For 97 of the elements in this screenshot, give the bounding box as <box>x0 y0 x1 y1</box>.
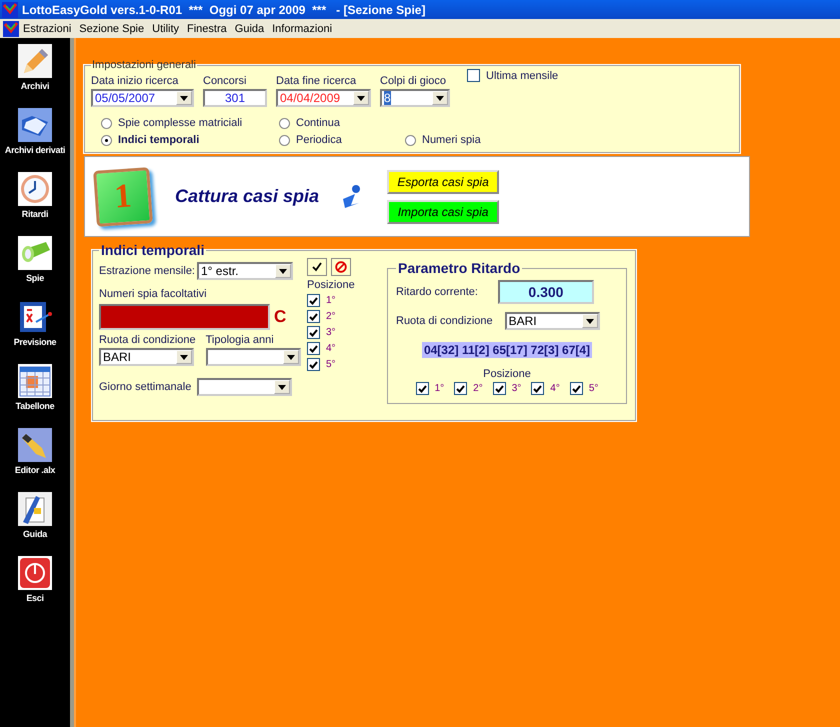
prohibited-icon <box>335 261 347 273</box>
menu-item[interactable]: Guida <box>230 22 268 34</box>
sidebar-button[interactable]: Tabellone <box>0 364 70 428</box>
position-label: 5° <box>326 359 336 370</box>
sidebar-button[interactable]: Spie <box>0 236 70 300</box>
field-label: Colpi di gioco <box>380 75 448 87</box>
dropdown[interactable]: 05/05/2007 <box>91 89 194 107</box>
field-label: Ruota di condizione <box>396 315 493 327</box>
sidebar-button[interactable]: Guida <box>0 492 70 556</box>
dropdown-arrow-icon <box>180 96 188 100</box>
position-label: 4° <box>326 343 336 354</box>
radio-option[interactable]: Indici temporali <box>101 134 279 146</box>
dropdown-arrow-icon <box>278 384 286 390</box>
field-label: Numeri spia facoltativi <box>99 288 208 300</box>
dropdown[interactable]: BARI <box>99 348 194 366</box>
sidebar-button[interactable]: Editor .alx <box>0 428 70 492</box>
folder-icon <box>18 108 52 142</box>
power-icon <box>18 556 52 590</box>
field-label: Data inizio ricerca <box>91 75 180 87</box>
flashlight-icon <box>18 236 52 270</box>
position-label: 2° <box>473 383 483 394</box>
position-label: 3° <box>326 327 336 338</box>
checkbox[interactable] <box>467 69 480 82</box>
checkbox[interactable] <box>492 382 506 395</box>
dropdown-arrow-icon <box>436 96 444 100</box>
field-label: Giorno settimanale <box>99 381 192 393</box>
menu-item[interactable]: Utility <box>148 22 184 34</box>
clear-button[interactable]: C <box>274 307 286 327</box>
step-badge: 1 <box>93 166 153 226</box>
dropdown[interactable]: 8 <box>380 89 450 107</box>
dropdown[interactable] <box>197 378 292 396</box>
dropdown-arrow-icon <box>586 318 594 324</box>
position-label: 1° <box>434 383 444 394</box>
checkbox[interactable] <box>416 382 429 395</box>
field-label: Concorsi <box>203 75 248 87</box>
checkbox[interactable] <box>307 294 320 307</box>
board-icon <box>18 300 52 334</box>
position-label: 3° <box>512 383 522 394</box>
checkbox[interactable] <box>531 382 544 395</box>
checkbox[interactable] <box>307 326 320 339</box>
sidebar-button[interactable]: Archivi <box>0 44 70 108</box>
book-icon <box>18 492 52 526</box>
sidebar-button[interactable]: Esci <box>0 556 70 620</box>
position-label: 5° <box>588 383 598 394</box>
window-title: LottoEasyGold vers.1-0-R01 *** Oggi 07 apr 2009 *** - [Sezione Spie] <box>22 2 426 16</box>
input-field[interactable] <box>99 304 270 330</box>
check-icon <box>312 262 322 272</box>
dropdown[interactable]: 1° estr. <box>197 262 293 280</box>
clear-all-button[interactable] <box>331 258 351 276</box>
checkbox-label: Ultima mensile <box>486 70 558 82</box>
numbers-text: 04[32] 11[2] 65[17] 72[3] 67[4] <box>422 342 592 358</box>
value-field: 0.300 <box>498 280 594 304</box>
dropdown[interactable]: 04/04/2009 <box>276 89 371 107</box>
app-logo-icon <box>2 2 18 18</box>
input-field[interactable]: 301 <box>203 89 267 107</box>
sidebar-button[interactable]: Previsione <box>0 300 70 364</box>
field-label: Ritardo corrente: <box>396 286 478 298</box>
checkbox[interactable] <box>307 310 320 323</box>
checkbox[interactable] <box>307 342 320 355</box>
position-label: 1° <box>326 295 336 306</box>
radio-option[interactable]: Periodica <box>279 134 405 146</box>
section-title: Cattura casi spia <box>175 186 320 207</box>
field-label: Data fine ricerca <box>276 75 358 87</box>
field-label: Tipologia anni <box>206 334 275 346</box>
select-all-button[interactable] <box>307 258 327 276</box>
checkbox[interactable] <box>307 358 320 371</box>
clock-icon <box>18 172 52 206</box>
pen-icon <box>18 428 52 462</box>
group-label: Posizione <box>483 368 531 380</box>
radio-option[interactable]: Numeri spia <box>405 134 733 146</box>
grid-icon <box>18 364 52 398</box>
menu-item[interactable]: Estrazioni <box>19 22 76 34</box>
dropdown-arrow-icon <box>357 96 365 100</box>
dropdown-arrow-icon <box>279 268 287 274</box>
field-label: Ruota di condizione <box>99 334 196 346</box>
position-label: 2° <box>326 311 336 322</box>
radio-option[interactable]: Spie complesse matriciali <box>101 117 279 129</box>
action-button[interactable]: Esporta casi spia <box>387 170 500 194</box>
checkbox[interactable] <box>454 382 468 395</box>
pencil-icon <box>18 44 52 78</box>
sidebar-button[interactable]: Ritardi <box>0 172 70 236</box>
dropdown[interactable]: BARI <box>504 312 600 330</box>
dropdown-arrow-icon <box>286 354 295 360</box>
menu-item[interactable]: Finestra <box>183 22 231 34</box>
app-logo-icon <box>3 20 19 36</box>
group-label: Posizione <box>307 279 356 291</box>
menu-item[interactable]: Sezione Spie <box>75 22 148 34</box>
dropdown-arrow-icon <box>180 354 188 360</box>
panel-legend: Parametro Ritardo <box>396 260 522 276</box>
checkbox[interactable] <box>570 382 583 395</box>
menu-item[interactable]: Informazioni <box>268 22 336 34</box>
dropdown[interactable] <box>206 348 301 366</box>
sidebar-button[interactable]: Archivi derivati <box>0 108 70 172</box>
action-button[interactable]: Importa casi spia <box>387 200 500 224</box>
field-label: Estrazione mensile: <box>99 265 195 277</box>
position-label: 4° <box>550 383 560 394</box>
radio-option[interactable]: Continua <box>279 117 405 129</box>
